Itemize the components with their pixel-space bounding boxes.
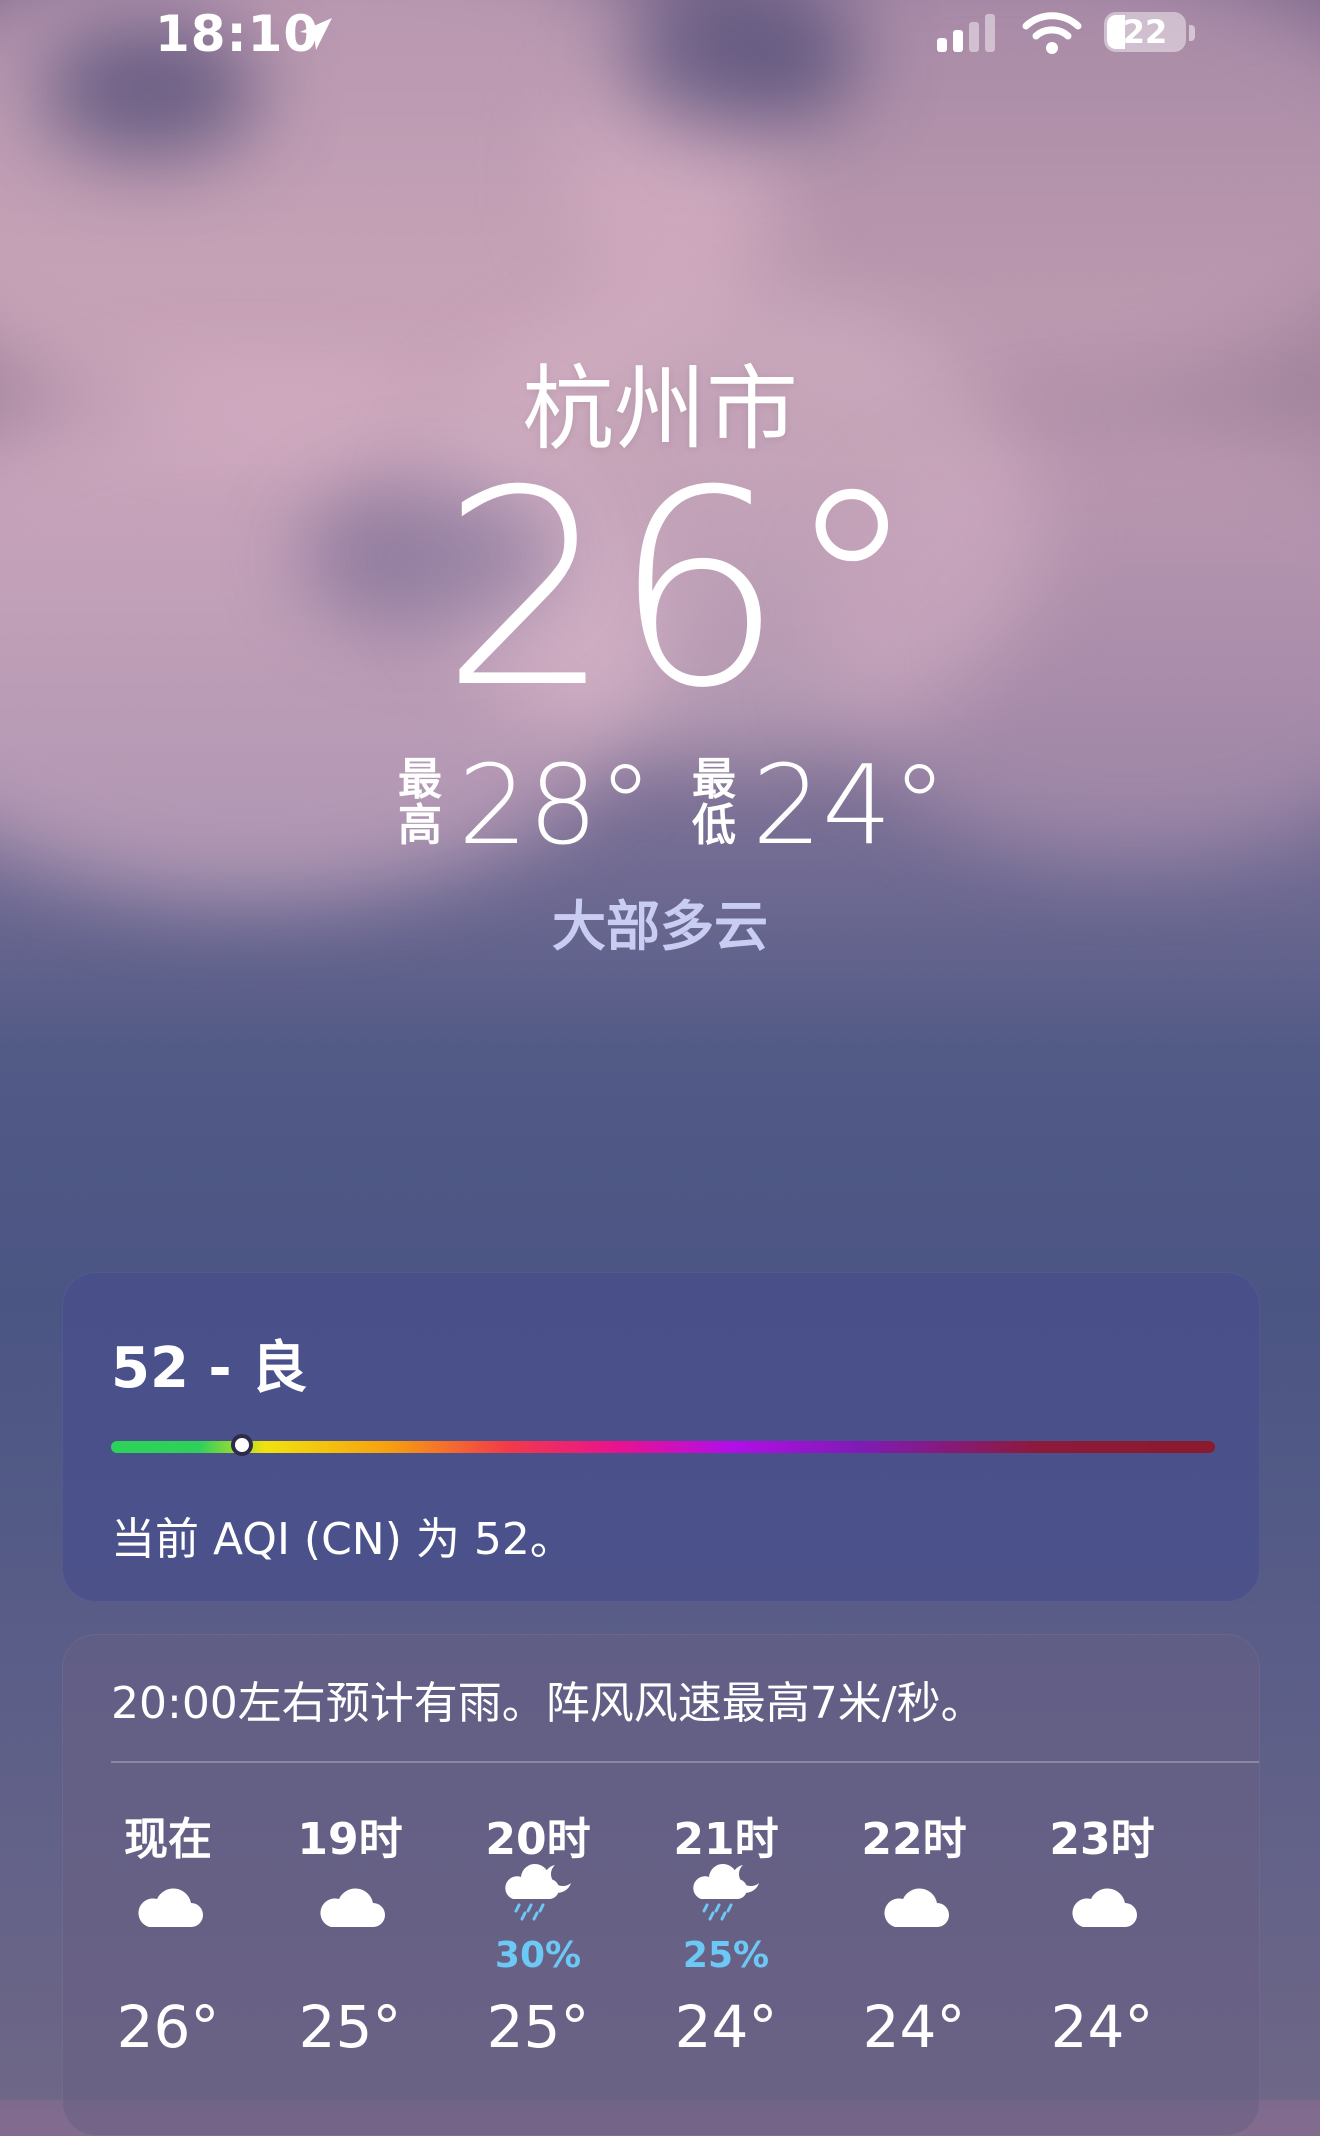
hour-item: 23时 24° bbox=[1027, 1785, 1177, 2135]
battery-icon: 22 bbox=[1104, 10, 1196, 56]
hour-label: 21时 bbox=[673, 1814, 779, 1865]
cloud-moon-rain-icon bbox=[505, 1863, 571, 1921]
hour-temperature: 26° bbox=[116, 1993, 220, 2061]
hour-temperature: 25° bbox=[298, 1993, 402, 2061]
cloud-icon bbox=[1255, 1877, 1260, 1937]
hour-label: 现在 bbox=[124, 1814, 212, 1865]
aqi-description: 当前 AQI (CN) 为 52。 bbox=[111, 1514, 574, 1565]
aqi-title: 52 - 良 bbox=[111, 1336, 308, 1401]
hour-temperature: 24° bbox=[1050, 1993, 1154, 2061]
hourly-scroll-list[interactable]: 现在 26° 19时 25° 20时 30% 25° 21时 25% 24° 2… bbox=[63, 1785, 1260, 2135]
hour-label: 0 bbox=[1215, 1803, 1259, 1854]
weather-condition: 大部多云 bbox=[552, 895, 768, 958]
location-arrow-icon bbox=[300, 18, 332, 50]
high-low-temperature: 最高 28° 最低 24° bbox=[0, 745, 1320, 865]
low-value: 24° bbox=[752, 741, 947, 869]
cellular-signal-icon bbox=[937, 14, 995, 52]
aqi-scale-bar bbox=[111, 1441, 1215, 1453]
status-bar: 18:10 22 bbox=[0, 0, 1320, 72]
status-time: 18:10 bbox=[155, 5, 320, 63]
hour-item: 19时 25° bbox=[275, 1785, 425, 2135]
cloud-moon-rain-icon bbox=[693, 1863, 759, 1921]
hour-temperature: 24° bbox=[674, 1993, 778, 2061]
cloud-icon bbox=[884, 1888, 949, 1927]
aqi-indicator-dot bbox=[231, 1434, 253, 1456]
hour-item: 现在 26° bbox=[93, 1785, 243, 2135]
precip-probability: 25% bbox=[682, 1935, 770, 1976]
precip-probability: 30% bbox=[494, 1935, 582, 1976]
hour-label: 20时 bbox=[485, 1814, 591, 1865]
hourly-summary: 20:00左右预计有雨。阵风风速最高7米/秒。 bbox=[111, 1678, 985, 1729]
high-label: 最高 bbox=[398, 754, 442, 851]
low-label: 最低 bbox=[692, 754, 736, 851]
hour-label: 19时 bbox=[297, 1814, 403, 1865]
wifi-icon bbox=[1022, 12, 1082, 54]
hourly-forecast-card[interactable]: 20:00左右预计有雨。阵风风速最高7米/秒。 现在 26° 19时 25° 2… bbox=[62, 1634, 1260, 2136]
high-value: 28° bbox=[458, 741, 653, 869]
air-quality-card[interactable]: 52 - 良 当前 AQI (CN) 为 52。 bbox=[62, 1272, 1260, 1602]
hour-temperature: 2 bbox=[1215, 1993, 1259, 2061]
hour-item: 21时 25% 24° bbox=[651, 1785, 801, 2135]
cloud-icon bbox=[138, 1888, 203, 1927]
divider bbox=[111, 1761, 1259, 1763]
hour-item: 20时 30% 25° bbox=[463, 1785, 613, 2135]
cloud-icon bbox=[320, 1888, 385, 1927]
hour-label: 23时 bbox=[1049, 1814, 1155, 1865]
hour-item: 0 2 bbox=[1215, 1785, 1260, 2135]
hour-item: 22时 24° bbox=[839, 1785, 989, 2135]
hour-label: 22时 bbox=[861, 1814, 967, 1865]
hour-temperature: 25° bbox=[486, 1993, 590, 2061]
cloud-icon bbox=[1072, 1888, 1137, 1927]
hour-temperature: 24° bbox=[862, 1993, 966, 2061]
current-temperature: 26° bbox=[440, 432, 920, 747]
battery-level: 22 bbox=[1122, 13, 1168, 51]
